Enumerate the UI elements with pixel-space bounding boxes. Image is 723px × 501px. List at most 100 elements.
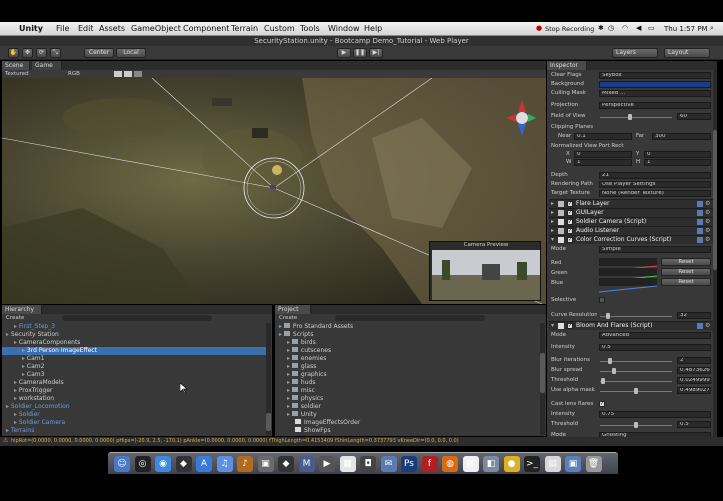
project-item[interactable]: ▸ soldier [275, 403, 540, 411]
fov-slider-knob[interactable] [628, 114, 632, 120]
blur-iterations-value[interactable]: 2 [677, 357, 711, 364]
hierarchy-create-dropdown[interactable]: Create [6, 315, 24, 322]
layers-dropdown[interactable]: Layers [612, 48, 658, 58]
blur-iterations-knob[interactable] [608, 358, 612, 364]
cast-lens-flares-checkbox[interactable]: ✓ [599, 401, 605, 407]
lens-threshold-value[interactable]: 0.5 [677, 421, 711, 428]
hierarchy-item[interactable]: ▸ Soldier [2, 411, 266, 419]
color-mode-dropdown[interactable]: RGB [68, 70, 80, 78]
timemachine-icon[interactable]: ◷ [608, 24, 614, 32]
project-create-dropdown[interactable]: Create [279, 315, 297, 322]
calendar-icon[interactable]: ▦ [339, 456, 356, 472]
near-field[interactable]: 0.1 [574, 133, 632, 140]
project-item[interactable]: ▸ Pro Standard Assets [275, 323, 540, 331]
inspector-scrollbar[interactable] [713, 70, 717, 440]
projection-dropdown[interactable]: Perspective [599, 102, 711, 109]
menu-gameobject[interactable]: GameObject [131, 24, 181, 33]
vp-y-field[interactable]: 0 [644, 151, 711, 158]
vp-w-field[interactable]: 1 [574, 159, 632, 166]
foldout-icon[interactable]: ▸ [551, 218, 554, 226]
battery-icon[interactable]: ▭ [648, 24, 655, 32]
audio-listener-checkbox[interactable]: ✓ [567, 228, 573, 234]
status-bar[interactable]: ⚠ hipRot=(0.0000, 0.0000, 0.0000, 0.0000… [0, 437, 723, 446]
menu-file[interactable]: File [56, 24, 69, 33]
blue-reset-button[interactable]: Reset [661, 278, 711, 286]
hierarchy-item[interactable]: ▸ Soldier Camera [2, 419, 266, 427]
clear-flags-dropdown[interactable]: Skybox [599, 72, 711, 79]
cc-mode-dropdown[interactable]: Simple [599, 246, 711, 253]
camera-icon[interactable]: ◘ [360, 456, 376, 472]
soldier-object[interactable] [272, 165, 282, 175]
green-curve-field[interactable] [598, 268, 658, 283]
soldier-camera-component[interactable]: ▸ ✓ Soldier Camera (Script) ⚙ [549, 217, 713, 226]
settings-gear-icon[interactable]: ⚙ [705, 218, 710, 226]
help-icon[interactable] [697, 323, 703, 329]
spotlight-icon[interactable]: ⌕ [710, 24, 714, 33]
color-correction-component[interactable]: ▾ ✓ Color Correction Curves (Script) ⚙ [549, 235, 713, 244]
hierarchy-item[interactable]: ▸ Cam1 [2, 355, 266, 363]
menu-window[interactable]: Window [328, 24, 360, 33]
inspector-scroll-thumb[interactable] [713, 130, 717, 270]
itunes-icon[interactable]: ♫ [216, 456, 233, 472]
foldout-icon[interactable]: ▸ [551, 227, 554, 235]
red-reset-button[interactable]: Reset [661, 258, 711, 266]
menu-assets[interactable]: Assets [99, 24, 125, 33]
target-texture-field[interactable]: None (Render Texture) [599, 190, 711, 197]
foldout-icon[interactable]: ▾ [551, 236, 554, 244]
hierarchy-scroll-thumb[interactable] [266, 413, 271, 431]
fov-value[interactable]: 60 [677, 113, 711, 120]
hierarchy-item[interactable]: ▸ ProxTrigger [2, 387, 266, 395]
bloom-checkbox[interactable]: ✓ [567, 323, 573, 329]
appstore-icon[interactable]: A [196, 456, 212, 472]
photoshop-icon[interactable]: Ps [401, 456, 417, 472]
project-item[interactable]: ▸ glass [275, 363, 540, 371]
curve-resolution-value[interactable]: 32 [677, 312, 711, 319]
hierarchy-item[interactable]: ▸ workstation [2, 395, 266, 403]
unity-icon[interactable]: ◆ [175, 456, 192, 472]
documents-icon[interactable]: ▤ [544, 456, 561, 472]
guitar-icon[interactable]: ♪ [237, 456, 253, 472]
vp-x-field[interactable]: 0 [574, 151, 632, 158]
bloom-mode-dropdown[interactable]: Advanced [599, 332, 711, 339]
project-item[interactable]: ▸ huds [275, 379, 540, 387]
audio-listener-component[interactable]: ▸ ✓ Audio Listener ⚙ [549, 226, 713, 235]
project-item[interactable]: ▸ graphics [275, 371, 540, 379]
wifi-icon[interactable]: ◠ [622, 24, 628, 32]
hierarchy-item[interactable]: ▸ Soldier_Locomotion [2, 403, 266, 411]
pivot-local-button[interactable]: Local [116, 48, 146, 58]
settings-gear-icon[interactable]: ⚙ [705, 200, 710, 208]
unity-icon[interactable]: ◆ [278, 456, 294, 472]
tab-hierarchy[interactable]: Hierarchy [2, 305, 42, 314]
project-search-input[interactable] [335, 315, 485, 321]
trash-icon[interactable]: 🗑 [585, 456, 602, 472]
image-toggle-icon[interactable] [124, 71, 132, 77]
threshold-knob[interactable] [601, 378, 605, 384]
threshold-slider[interactable] [600, 381, 672, 382]
settings-gear-icon[interactable]: ⚙ [705, 227, 710, 235]
camera-gizmo-icon[interactable] [270, 185, 276, 189]
hierarchy-item[interactable]: ▸ Terrains [2, 427, 266, 435]
help-icon[interactable] [697, 228, 703, 234]
menu-help[interactable]: Help [364, 24, 382, 33]
blur-spread-knob[interactable] [612, 368, 616, 374]
hierarchy-item[interactable]: ▸ Cam2 [2, 363, 266, 371]
bloom-component[interactable]: ▾ ✓ Bloom And Flares (Script) ⚙ [549, 321, 713, 330]
green-reset-button[interactable]: Reset [661, 268, 711, 276]
ical-icon[interactable]: ▦ [462, 456, 479, 472]
guilayer-checkbox[interactable]: ✓ [567, 210, 573, 216]
move-tool-icon[interactable]: ✥ [22, 48, 33, 58]
hierarchy-item[interactable]: ▸ Security Station [2, 331, 266, 339]
project-item[interactable]: ShowFps [275, 427, 540, 435]
flare-layer-component[interactable]: ▸ ✓ Flare Layer ⚙ [549, 199, 713, 208]
help-icon[interactable] [697, 201, 703, 207]
soldier-camera-checkbox[interactable]: ✓ [567, 219, 573, 225]
project-item[interactable]: ▸ birds [275, 339, 540, 347]
audio-toggle-icon[interactable] [134, 71, 142, 77]
threshold-value[interactable]: 0.02499996 [677, 377, 711, 384]
foldout-icon[interactable]: ▸ [551, 209, 554, 217]
play-icon[interactable]: ▶ [337, 48, 351, 58]
hierarchy-item[interactable]: ▸ 3rd Person ImageEffect [2, 347, 266, 355]
project-item[interactable]: ▸ Scripts [275, 331, 540, 339]
tab-scene[interactable]: Scene [2, 61, 30, 70]
foldout-icon[interactable]: ▸ [551, 200, 554, 208]
